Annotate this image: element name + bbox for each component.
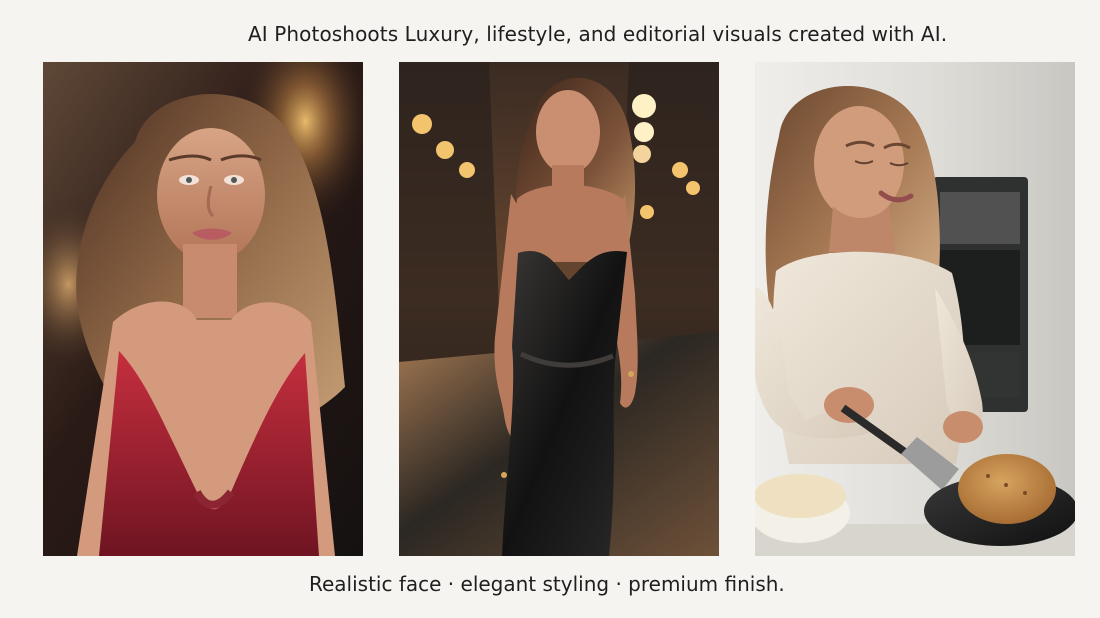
gallery-image-kitchen-pancake[interactable]: [755, 62, 1075, 556]
gallery-image-red-dress[interactable]: [43, 62, 363, 556]
gallery-image-black-dress[interactable]: [399, 62, 719, 556]
black-dress-street-image: [399, 62, 719, 556]
photo-gallery: [43, 62, 1076, 556]
red-dress-portrait-image: [43, 62, 363, 556]
kitchen-pancake-image: [755, 62, 1075, 556]
image-caption: Realistic face · elegant styling · premi…: [309, 572, 785, 596]
page-title: AI Photoshoots Luxury, lifestyle, and ed…: [248, 22, 948, 46]
